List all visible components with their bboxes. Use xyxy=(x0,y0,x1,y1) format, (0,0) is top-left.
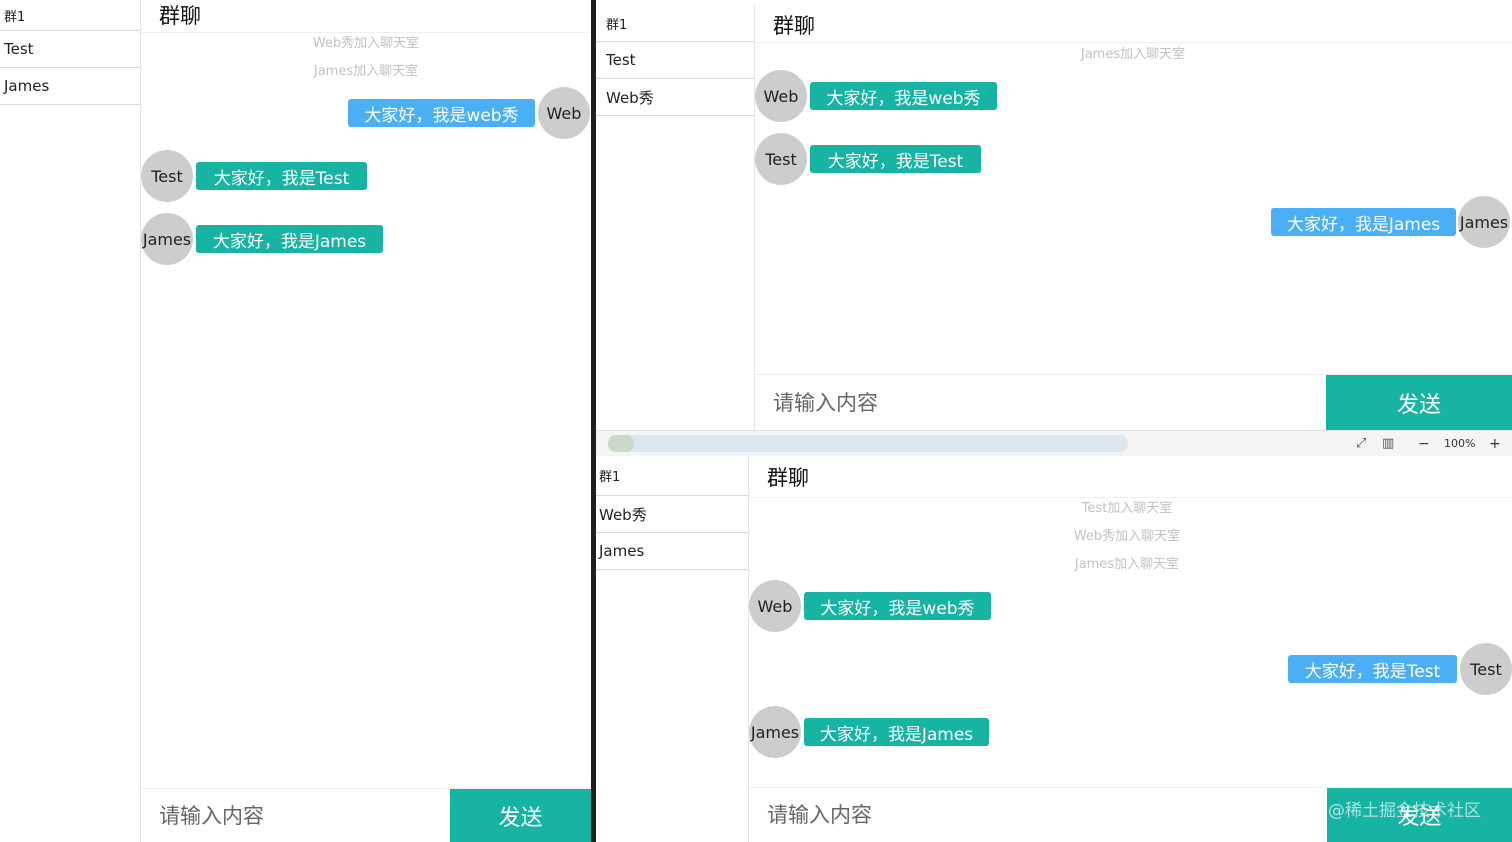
chat-window-3: 群1 Web秀 James 群聊 Test加入聊天室 Web秀加入聊天室 Jam… xyxy=(596,456,1512,842)
message-bubble: 大家好，我是web秀 xyxy=(348,99,535,127)
message-bubble: 大家好，我是James xyxy=(804,718,989,746)
join-notice: Test加入聊天室 xyxy=(1081,501,1173,516)
chat-title: 群聊 xyxy=(767,466,809,490)
message-bubble: 大家好，我是Test xyxy=(810,145,981,173)
chat-window-2: 群1 Test Web秀 群聊 James加入聊天室 Web 大家好，我是web… xyxy=(596,0,1512,430)
join-notice: James加入聊天室 xyxy=(313,64,419,79)
avatar: Web xyxy=(749,580,801,632)
sidebar: 群1 Test Web秀 xyxy=(596,5,755,430)
zoom-in-button[interactable]: + xyxy=(1489,431,1501,456)
join-notice: Web秀加入聊天室 xyxy=(312,36,420,51)
sidebar-member[interactable]: James xyxy=(0,68,140,105)
zoom-out-button[interactable]: − xyxy=(1418,431,1430,456)
input-bar: 发送 xyxy=(755,374,1512,430)
join-notice: Web秀加入聊天室 xyxy=(1073,529,1181,544)
chat-window-1: 群1 Test James 群聊 Web秀加入聊天室 James加入聊天室 大家… xyxy=(0,0,591,842)
avatar: Test xyxy=(755,133,807,185)
sidebar-member[interactable]: Web秀 xyxy=(596,79,754,116)
message-bubble: 大家好，我是James xyxy=(196,225,383,253)
fit-icon[interactable]: ⤢ xyxy=(1356,431,1366,456)
message-input[interactable] xyxy=(141,789,450,842)
join-notice: James加入聊天室 xyxy=(1074,557,1180,572)
columns-icon[interactable]: ▥ xyxy=(1382,431,1394,456)
avatar: Web xyxy=(538,87,590,139)
avatar: Web xyxy=(755,70,807,122)
message-bubble: 大家好，我是Test xyxy=(196,162,367,190)
message-bubble: 大家好，我是James xyxy=(1271,208,1456,236)
blurred-region xyxy=(608,435,634,452)
watermark: @稀土掘金技术社区 xyxy=(1328,801,1481,821)
chat-title: 群聊 xyxy=(159,4,201,28)
send-button[interactable]: 发送 xyxy=(450,789,591,842)
join-notice: James加入聊天室 xyxy=(1080,47,1186,62)
chat-title: 群聊 xyxy=(773,13,815,38)
sidebar-member[interactable]: Test xyxy=(596,42,754,79)
message-bubble: 大家好，我是Test xyxy=(1288,655,1457,683)
sidebar-group[interactable]: 群1 xyxy=(0,0,140,31)
sidebar-member[interactable]: James xyxy=(596,533,748,570)
sidebar-member[interactable]: Test xyxy=(0,31,140,68)
input-bar: 发送 xyxy=(141,788,591,842)
blurred-region xyxy=(608,435,1128,452)
send-button[interactable]: 发送 xyxy=(1326,375,1512,430)
avatar: James xyxy=(1458,196,1510,248)
sidebar: 群1 Test James xyxy=(0,0,141,842)
chat-main: 群聊 James加入聊天室 Web 大家好，我是web秀 Test 大家好，我是… xyxy=(755,5,1512,430)
message-input[interactable] xyxy=(755,375,1326,430)
avatar: James xyxy=(749,706,801,758)
sidebar-group[interactable]: 群1 xyxy=(596,456,748,496)
chat-main: 群聊 Web秀加入聊天室 James加入聊天室 大家好，我是web秀 Web T… xyxy=(141,0,591,842)
sidebar-member[interactable]: Web秀 xyxy=(596,496,748,533)
message-bubble: 大家好，我是web秀 xyxy=(810,82,997,110)
zoom-level: 100% xyxy=(1444,437,1476,450)
avatar: Test xyxy=(1460,643,1512,695)
message-input[interactable] xyxy=(749,788,1327,842)
message-bubble: 大家好，我是web秀 xyxy=(804,592,991,620)
avatar: James xyxy=(141,213,193,265)
avatar: Test xyxy=(141,150,193,202)
sidebar-group[interactable]: 群1 xyxy=(596,5,754,42)
status-bar: ⤢ ▥ − 100% + xyxy=(596,430,1512,457)
chat-main: 群聊 Test加入聊天室 Web秀加入聊天室 James加入聊天室 Web 大家… xyxy=(749,456,1512,842)
sidebar: 群1 Web秀 James xyxy=(596,456,749,842)
